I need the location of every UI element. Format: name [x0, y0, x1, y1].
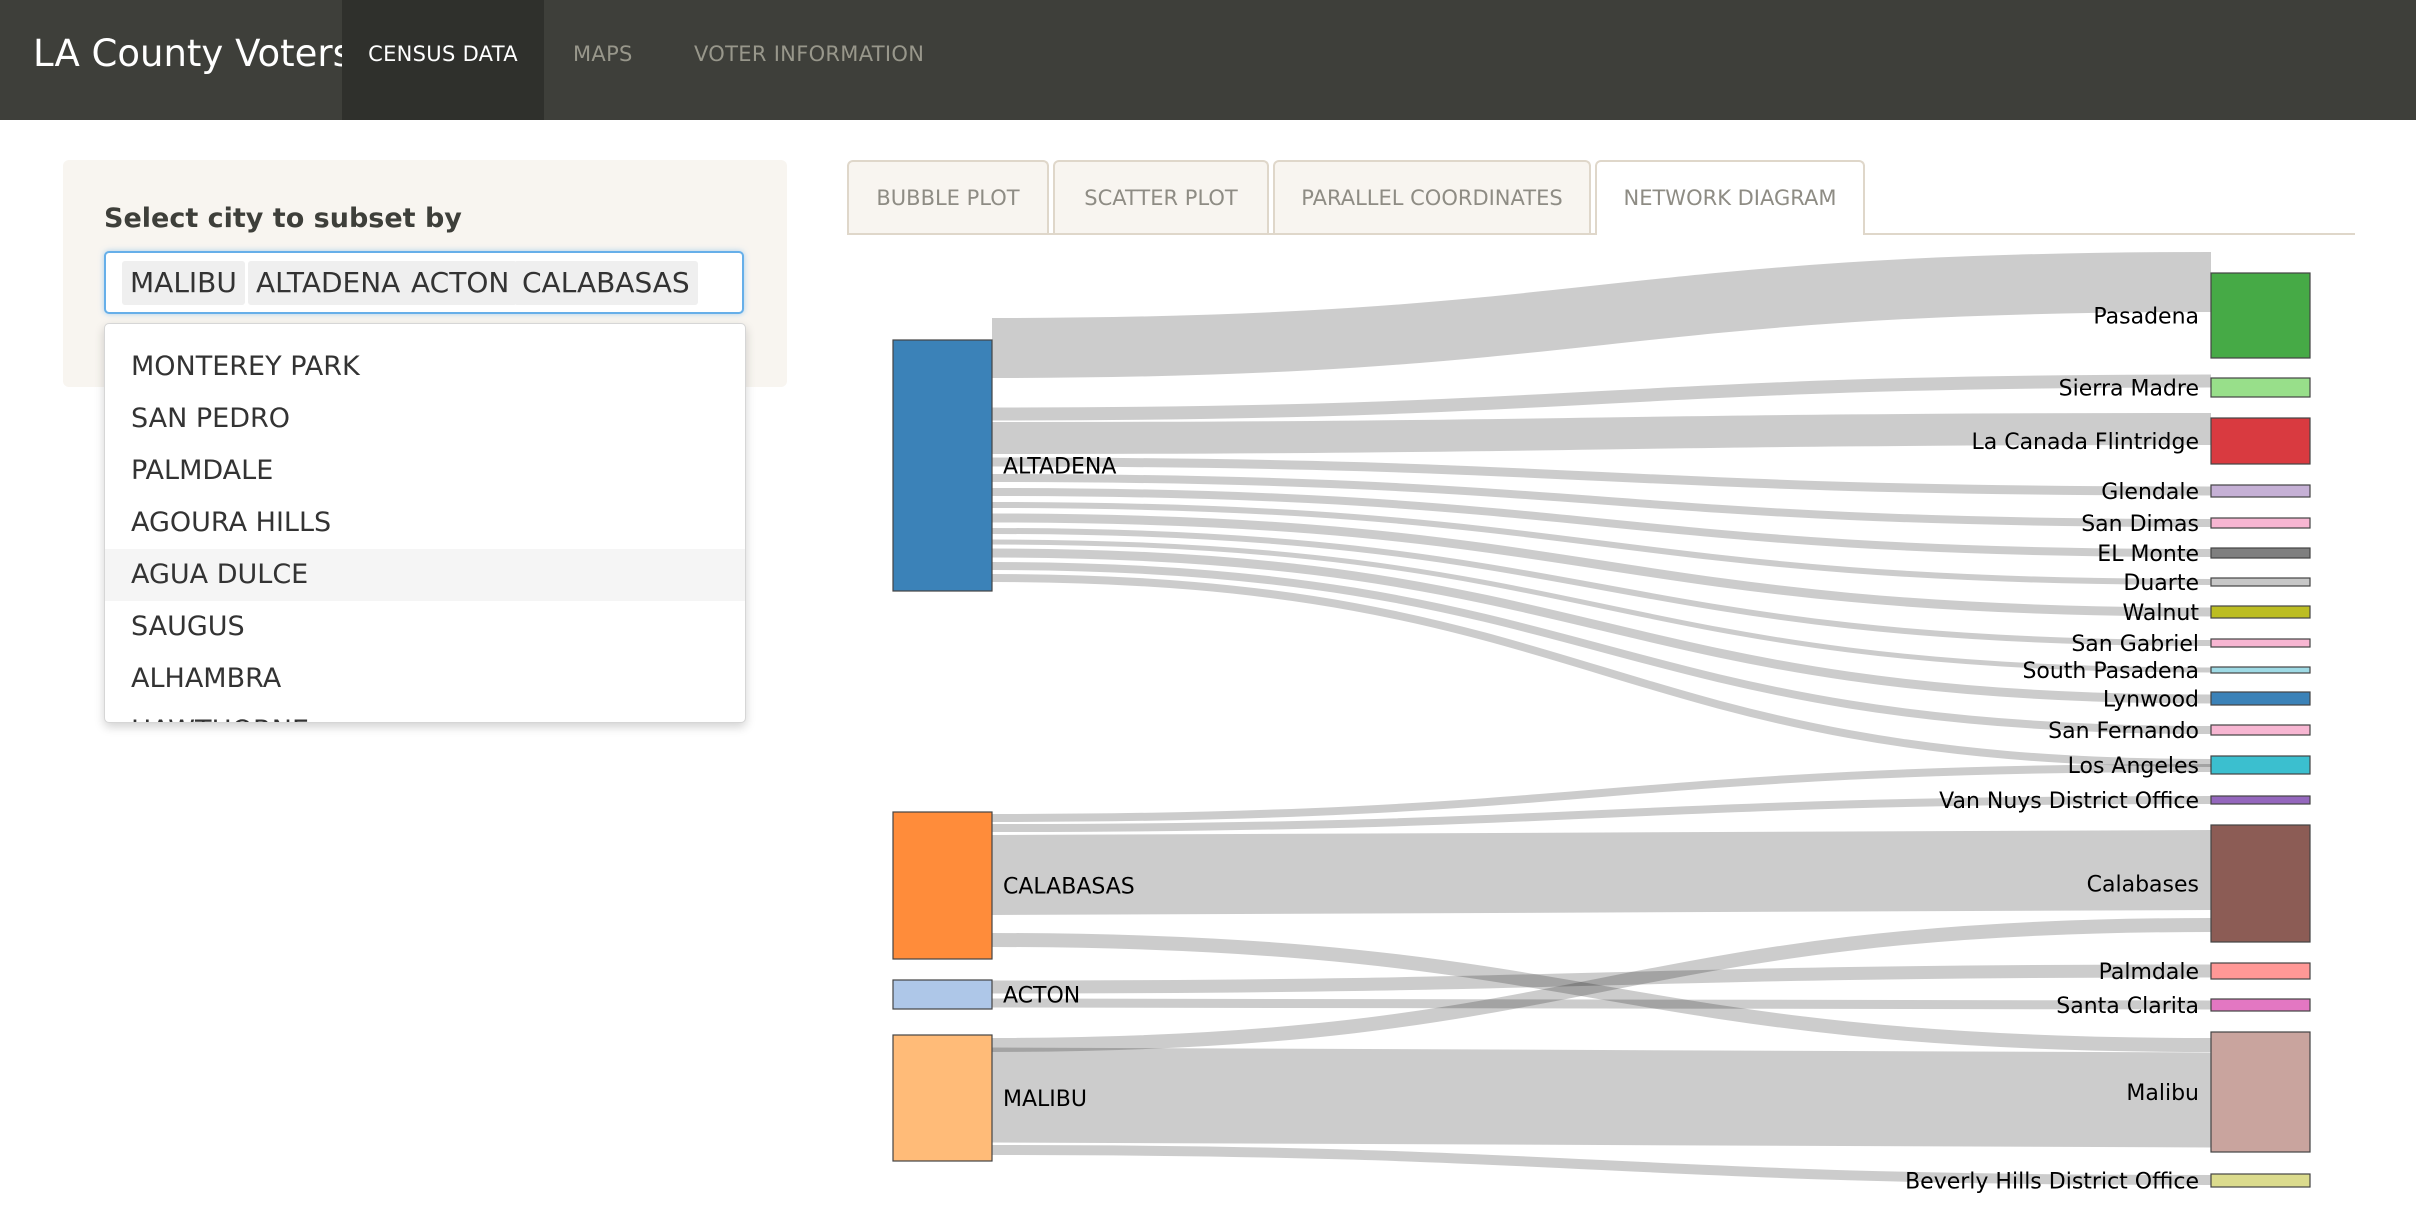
source-node-label: ALTADENA: [1003, 455, 1116, 480]
target-node-label: San Gabriel: [2071, 632, 2199, 657]
target-node-label: Duarte: [2123, 571, 2199, 596]
target-node-label: EL Monte: [2097, 542, 2199, 567]
network-link[interactable]: [991, 562, 2212, 734]
target-node-label: Glendale: [2101, 480, 2199, 505]
target-node[interactable]: [2210, 638, 2311, 648]
target-node[interactable]: [2210, 691, 2311, 706]
source-node-label: ACTON: [1003, 984, 1080, 1009]
source-node[interactable]: [892, 811, 993, 960]
target-node-label: San Dimas: [2081, 512, 2199, 537]
target-node[interactable]: [2210, 484, 2311, 498]
target-node[interactable]: [2210, 377, 2311, 398]
target-node[interactable]: [2210, 998, 2311, 1012]
network-link[interactable]: [991, 474, 2212, 527]
source-node-label: CALABASAS: [1003, 875, 1135, 900]
network-link[interactable]: [991, 830, 2212, 915]
source-node[interactable]: [892, 339, 993, 592]
target-node-label: Sierra Madre: [2059, 377, 2199, 402]
target-node[interactable]: [2210, 577, 2311, 587]
target-node[interactable]: [2210, 666, 2311, 674]
network-diagram: ALTADENA CALABASAS ACTON MALIBU Pasadena Sier…: [892, 252, 2311, 1195]
network-link[interactable]: [991, 1047, 2212, 1148]
target-node[interactable]: [2210, 1031, 2311, 1153]
target-node-label: Santa Clarita: [2056, 994, 2199, 1019]
target-node-label: Walnut: [2123, 601, 2200, 626]
target-node[interactable]: [2210, 824, 2311, 943]
target-node[interactable]: [2210, 795, 2311, 805]
source-node[interactable]: [892, 1034, 993, 1162]
target-node-label: Los Angeles: [2068, 754, 2199, 779]
target-node-label: Palmdale: [2099, 960, 2199, 985]
target-node-label: Calabases: [2087, 873, 2199, 898]
target-node-label: Lynwood: [2103, 688, 2199, 713]
target-node[interactable]: [2210, 272, 2311, 359]
target-node[interactable]: [2210, 724, 2311, 736]
target-node[interactable]: [2210, 962, 2311, 980]
target-node[interactable]: [2210, 547, 2311, 559]
target-node-label: La Canada Flintridge: [1971, 430, 2199, 455]
target-node-label: Malibu: [2126, 1081, 2199, 1106]
network-link[interactable]: [991, 252, 2212, 378]
target-node-label: South Pasadena: [2022, 659, 2199, 684]
target-node[interactable]: [2210, 605, 2311, 619]
target-node[interactable]: [2210, 1173, 2311, 1188]
network-link[interactable]: [991, 998, 2212, 1010]
target-node-label: Pasadena: [2093, 305, 2199, 330]
target-node[interactable]: [2210, 417, 2311, 465]
target-node[interactable]: [2210, 755, 2311, 775]
source-node-label: MALIBU: [1003, 1087, 1087, 1112]
source-node[interactable]: [892, 979, 993, 1010]
network-link[interactable]: [991, 374, 2212, 421]
target-node[interactable]: [2210, 517, 2311, 529]
target-node-label: Van Nuys District Office: [1939, 789, 2199, 814]
target-node-label: Beverly Hills District Office: [1905, 1170, 2199, 1195]
target-node-label: San Fernando: [2048, 719, 2199, 744]
